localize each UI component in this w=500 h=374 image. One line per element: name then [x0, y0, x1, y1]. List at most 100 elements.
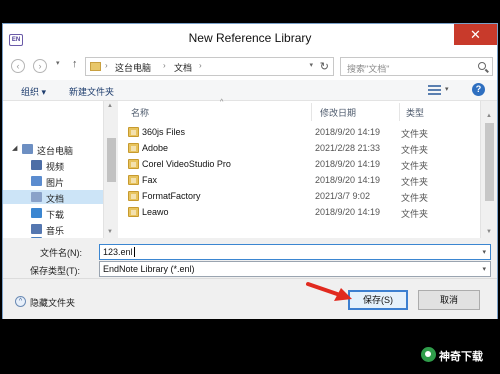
- up-arrow-icon[interactable]: ↑: [72, 58, 78, 70]
- folder-icon: [128, 207, 139, 217]
- hide-folders-label: 隐藏文件夹: [30, 298, 76, 308]
- column-header-name[interactable]: 名称: [131, 106, 149, 119]
- sidebar-item-label: 下载: [46, 210, 65, 220]
- breadcrumb-this-pc[interactable]: 这台电脑: [115, 61, 151, 74]
- file-type: 文件夹: [401, 177, 429, 187]
- scroll-down-arrow-icon[interactable]: ▼: [107, 229, 113, 235]
- back-arrow-icon[interactable]: ‹: [11, 59, 25, 73]
- sort-ascending-icon: ^: [220, 99, 224, 106]
- sidebar-item-pictures[interactable]: 图片: [3, 174, 103, 188]
- file-row[interactable]: Fax 2018/9/20 14:19 文件夹: [118, 173, 474, 188]
- scrollbar-thumb[interactable]: [485, 123, 494, 201]
- file-type: 文件夹: [401, 161, 429, 171]
- view-options-icon[interactable]: [428, 84, 441, 95]
- file-row[interactable]: FormatFactory 2021/3/7 9:02 文件夹: [118, 189, 474, 204]
- folder-icon: [128, 159, 139, 169]
- column-divider[interactable]: [311, 103, 312, 121]
- file-type: 文件夹: [401, 145, 429, 155]
- file-type: 文件夹: [401, 193, 429, 203]
- file-name: Fax: [142, 175, 158, 185]
- search-input[interactable]: 搜索"文档": [340, 57, 493, 76]
- sidebar-item-music[interactable]: 音乐: [3, 222, 103, 236]
- toolbar: 组织 ▾ 新建文件夹 ▾ ?: [3, 80, 497, 101]
- sidebar-item-videos[interactable]: 视频: [3, 158, 103, 172]
- column-header-modified[interactable]: 修改日期: [320, 106, 356, 119]
- file-name: FormatFactory: [142, 191, 201, 201]
- scroll-down-arrow-icon[interactable]: ▼: [486, 229, 492, 235]
- file-name: Leawo: [142, 207, 169, 217]
- text-caret: [134, 247, 135, 257]
- collapse-arrow-icon[interactable]: ◢: [12, 144, 17, 152]
- breadcrumb-documents[interactable]: 文档: [174, 61, 192, 74]
- filename-value: 123.enl: [103, 247, 133, 257]
- file-type: 文件夹: [401, 129, 429, 139]
- folder-icon: [128, 191, 139, 201]
- sidebar-item-label: 这台电脑: [37, 146, 74, 156]
- file-name: Adobe: [142, 143, 169, 153]
- close-button[interactable]: ✕: [454, 24, 497, 45]
- sidebar-item-downloads[interactable]: 下载: [3, 206, 103, 220]
- folder-icon: [128, 127, 139, 137]
- column-divider[interactable]: [399, 103, 400, 121]
- file-modified-date: 2021/2/28 21:33: [315, 143, 381, 153]
- navigation-pane-scrollbar[interactable]: ▲ ▼: [103, 101, 118, 238]
- sidebar-item-label: 文档: [46, 194, 65, 204]
- folder-icon: [90, 62, 101, 71]
- column-header-type[interactable]: 类型: [406, 106, 424, 119]
- filename-label: 文件名(N):: [40, 248, 82, 258]
- file-list-scrollbar[interactable]: ▲ ▼: [480, 101, 497, 238]
- music-folder-icon: [31, 224, 42, 234]
- view-dropdown-icon[interactable]: ▾: [445, 85, 449, 93]
- navigation-pane: ◢ 这台电脑 视频 图片 文档 下载 音乐 ▲ ▼: [3, 101, 118, 238]
- address-dropdown-icon[interactable]: ▾: [309, 61, 313, 69]
- downloads-folder-icon: [31, 208, 42, 218]
- folder-icon: [128, 175, 139, 185]
- file-name: 360js Files: [142, 127, 186, 137]
- organize-menu[interactable]: 组织 ▾: [21, 85, 46, 98]
- file-row[interactable]: 360js Files 2018/9/20 14:19 文件夹: [118, 125, 474, 140]
- save-button[interactable]: 保存(S): [348, 290, 408, 310]
- forward-arrow-icon[interactable]: ›: [33, 59, 47, 73]
- file-modified-date: 2018/9/20 14:19: [315, 159, 381, 169]
- file-row[interactable]: Corel VideoStudio Pro 2018/9/20 14:19 文件夹: [118, 157, 474, 172]
- folder-icon: [128, 143, 139, 153]
- refresh-icon[interactable]: ↻: [320, 60, 329, 73]
- scroll-up-arrow-icon[interactable]: ▲: [486, 113, 492, 119]
- file-modified-date: 2018/9/20 14:19: [315, 207, 381, 217]
- title-bar[interactable]: EN New Reference Library ✕: [3, 24, 497, 54]
- dialog-footer: ^ 隐藏文件夹 保存(S) 取消: [3, 278, 497, 319]
- file-type: 文件夹: [401, 209, 429, 219]
- file-modified-date: 2018/9/20 14:19: [315, 127, 381, 137]
- filename-dropdown-icon[interactable]: ▾: [482, 248, 486, 256]
- breadcrumb-separator: ›: [163, 61, 166, 70]
- scrollbar-thumb[interactable]: [107, 138, 116, 182]
- file-modified-date: 2018/9/20 14:19: [315, 175, 381, 185]
- video-folder-icon: [31, 160, 42, 170]
- search-placeholder: 搜索"文档": [347, 64, 390, 74]
- recent-locations-dropdown-icon[interactable]: ▾: [56, 59, 60, 67]
- sidebar-item-label: 视频: [46, 162, 65, 172]
- file-list-header: 名称 ^ 修改日期 类型: [118, 99, 497, 123]
- file-name: Corel VideoStudio Pro: [142, 159, 231, 169]
- filetype-label: 保存类型(T):: [30, 266, 80, 276]
- filetype-dropdown-icon[interactable]: ▾: [482, 265, 486, 273]
- search-icon: [478, 62, 486, 70]
- sidebar-item-this-pc[interactable]: ◢ 这台电脑: [3, 142, 103, 156]
- file-row[interactable]: Adobe 2021/2/28 21:33 文件夹: [118, 141, 474, 156]
- file-modified-date: 2021/3/7 9:02: [315, 191, 371, 201]
- help-icon[interactable]: ?: [472, 83, 485, 96]
- cancel-button[interactable]: 取消: [418, 290, 480, 310]
- breadcrumb-separator: ›: [105, 61, 108, 70]
- new-folder-button[interactable]: 新建文件夹: [69, 85, 114, 98]
- scroll-up-arrow-icon[interactable]: ▲: [107, 103, 113, 109]
- watermark-logo-icon: [421, 347, 436, 362]
- filename-input[interactable]: 123.enl ▾: [99, 244, 491, 260]
- address-bar[interactable]: › 这台电脑 › 文档 › ▾ ↻: [85, 57, 334, 76]
- save-form: 文件名(N): 123.enl ▾ 保存类型(T): EndNote Libra…: [3, 238, 497, 278]
- site-watermark: 神奇下载: [421, 344, 497, 366]
- filetype-select[interactable]: EndNote Library (*.enl) ▾: [99, 261, 491, 277]
- pictures-folder-icon: [31, 176, 42, 186]
- chevron-up-icon: ^: [15, 296, 26, 307]
- sidebar-item-documents[interactable]: 文档: [3, 190, 103, 204]
- file-row[interactable]: Leawo 2018/9/20 14:19 文件夹: [118, 205, 474, 220]
